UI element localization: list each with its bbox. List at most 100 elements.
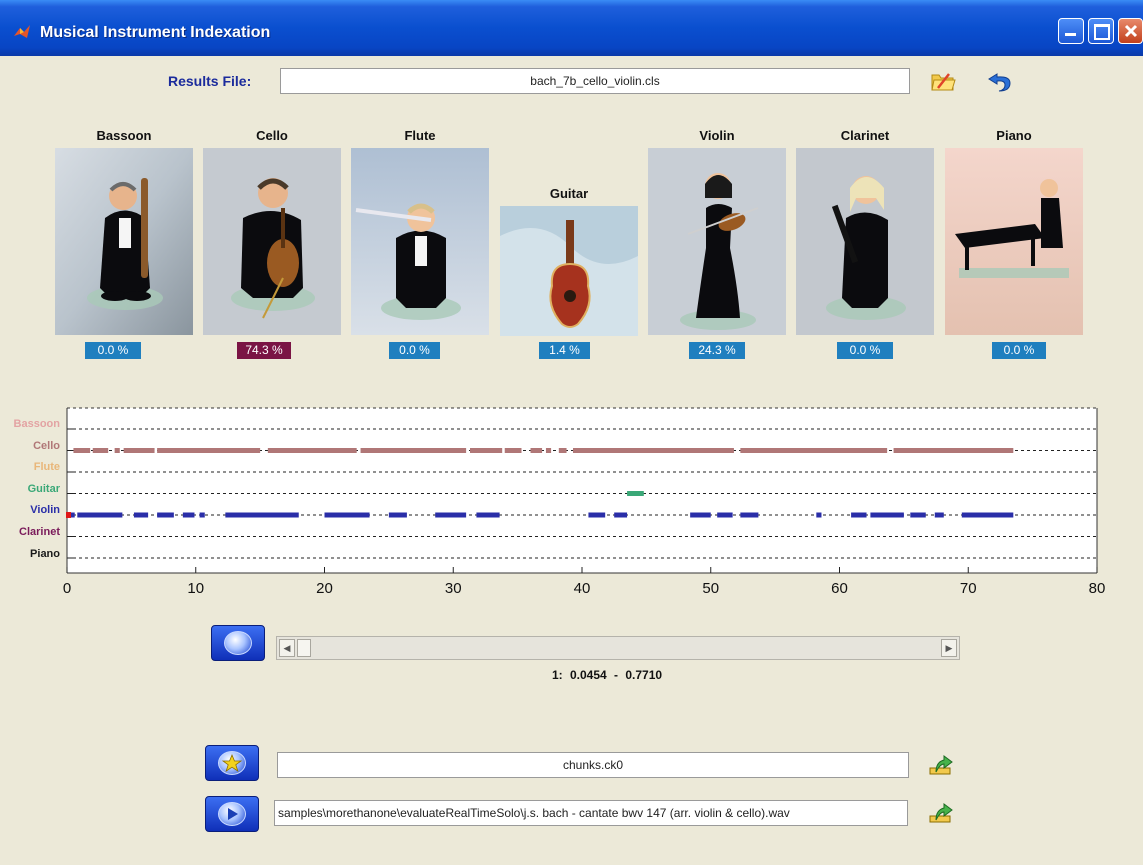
- undo-button[interactable]: [985, 67, 1015, 97]
- piano-photo: [945, 148, 1083, 335]
- play-icon: [218, 802, 246, 826]
- results-file-field[interactable]: bach_7b_cello_violin.cls: [280, 68, 910, 94]
- clarinet-photo: [796, 148, 934, 335]
- scroll-right-arrow[interactable]: ▶: [941, 639, 957, 657]
- violin-photo: [648, 148, 786, 335]
- minimize-button[interactable]: [1058, 18, 1084, 44]
- maximize-button[interactable]: [1088, 18, 1114, 44]
- segment-violin: [740, 512, 759, 518]
- segment-violin: [388, 512, 407, 518]
- segment-violin: [435, 512, 467, 518]
- segment-cello: [360, 448, 467, 453]
- segment-violin: [133, 512, 149, 518]
- chunks-button[interactable]: [205, 745, 259, 781]
- segment-cello: [92, 448, 109, 453]
- guitar-photo: [500, 206, 638, 336]
- instrument-percent-badge: 0.0 %: [992, 342, 1046, 359]
- segment-cello: [73, 448, 91, 453]
- matlab-logo-icon: [14, 25, 30, 38]
- segment-violin: [690, 512, 711, 518]
- close-button[interactable]: [1118, 18, 1143, 44]
- segment-violin: [199, 512, 205, 518]
- segment-violin: [910, 512, 926, 518]
- segment-cello: [545, 448, 552, 453]
- instrument-name: Guitar: [549, 186, 589, 201]
- segment-violin: [77, 512, 123, 518]
- segment-violin: [225, 512, 299, 518]
- segment-violin: [851, 512, 867, 518]
- x-tick-label: 80: [1089, 580, 1106, 597]
- chunks-load-button[interactable]: [926, 750, 956, 780]
- segment-violin: [870, 512, 904, 518]
- plot-area: [67, 408, 1097, 573]
- minimize-icon: [1065, 33, 1076, 36]
- playhead-marker: [66, 512, 71, 518]
- instrument-name: Piano: [996, 128, 1032, 143]
- segment-violin: [182, 512, 195, 518]
- x-tick-label: 10: [187, 580, 204, 597]
- undo-icon: [988, 73, 1011, 92]
- x-tick-label: 50: [702, 580, 719, 597]
- segment-cello: [504, 448, 522, 453]
- audio-load-button[interactable]: [926, 798, 956, 828]
- scroll-thumb[interactable]: [297, 639, 311, 657]
- segment-violin: [476, 512, 500, 518]
- segment-violin: [324, 512, 370, 518]
- segment-cello: [530, 448, 543, 453]
- x-tick-label: 30: [445, 580, 462, 597]
- segment-cello: [740, 448, 888, 453]
- results-file-label: Results File:: [168, 73, 252, 89]
- segment-violin: [934, 512, 944, 518]
- cello-photo: [203, 148, 341, 335]
- time-scrollbar[interactable]: ◀ ▶: [276, 636, 960, 660]
- magnifier-icon: [224, 631, 252, 655]
- x-tick-label: 0: [63, 580, 71, 597]
- x-tick-label: 60: [831, 580, 848, 597]
- instrument-percent-badge: 0.0 %: [85, 342, 141, 359]
- window-titlebar: Musical Instrument Indexation: [0, 0, 1143, 56]
- instrument-name: Clarinet: [840, 128, 890, 143]
- instrument-name: Cello: [256, 128, 288, 143]
- segment-violin: [816, 512, 822, 518]
- upload-arrow-icon: [929, 803, 953, 823]
- instrument-name: Bassoon: [96, 128, 152, 143]
- segment-cello: [558, 448, 567, 453]
- bassoon-photo: [55, 148, 193, 335]
- zoom-range-readout: 1: 0.0454 - 0.7710: [552, 668, 663, 682]
- zoom-button[interactable]: [211, 625, 265, 661]
- audio-file-field[interactable]: samples\morethanone\evaluateRealTimeSolo…: [274, 800, 908, 826]
- segment-violin: [717, 512, 733, 518]
- segment-cello: [123, 448, 155, 453]
- segment-violin: [614, 512, 628, 518]
- instrument-name: Flute: [404, 128, 436, 143]
- segment-cello: [893, 448, 1014, 453]
- play-button[interactable]: [205, 796, 259, 832]
- open-folder-button[interactable]: [928, 66, 958, 96]
- x-tick-label: 40: [574, 580, 591, 597]
- maximize-icon: [1094, 24, 1110, 40]
- open-folder-icon: [931, 73, 956, 91]
- segment-violin: [961, 512, 1014, 518]
- timeline-plot: 0 10 20 30 40 50 60 70 80: [63, 407, 1106, 597]
- segment-guitar: [627, 491, 644, 496]
- instrument-percent-badge: 1.4 %: [539, 342, 590, 359]
- segment-cello: [157, 448, 261, 453]
- segment-cello: [572, 448, 734, 453]
- instrument-name: Violin: [699, 128, 735, 143]
- instrument-percent-badge: 0.0 %: [389, 342, 440, 359]
- close-icon: [1124, 24, 1138, 38]
- window-title: Musical Instrument Indexation: [40, 24, 271, 41]
- scroll-left-arrow[interactable]: ◀: [279, 639, 295, 657]
- chunks-file-field[interactable]: chunks.ck0: [277, 752, 909, 778]
- segment-cello: [114, 448, 120, 453]
- segment-violin: [588, 512, 606, 518]
- instrument-percent-badge: 74.3 %: [237, 342, 291, 359]
- flute-photo: [351, 148, 489, 335]
- x-tick-label: 20: [316, 580, 333, 597]
- segment-violin: [157, 512, 174, 518]
- instrument-percent-badge: 24.3 %: [689, 342, 745, 359]
- star-icon: [218, 751, 246, 775]
- segment-cello: [267, 448, 357, 453]
- upload-arrow-icon: [929, 755, 953, 775]
- x-tick-label: 70: [960, 580, 977, 597]
